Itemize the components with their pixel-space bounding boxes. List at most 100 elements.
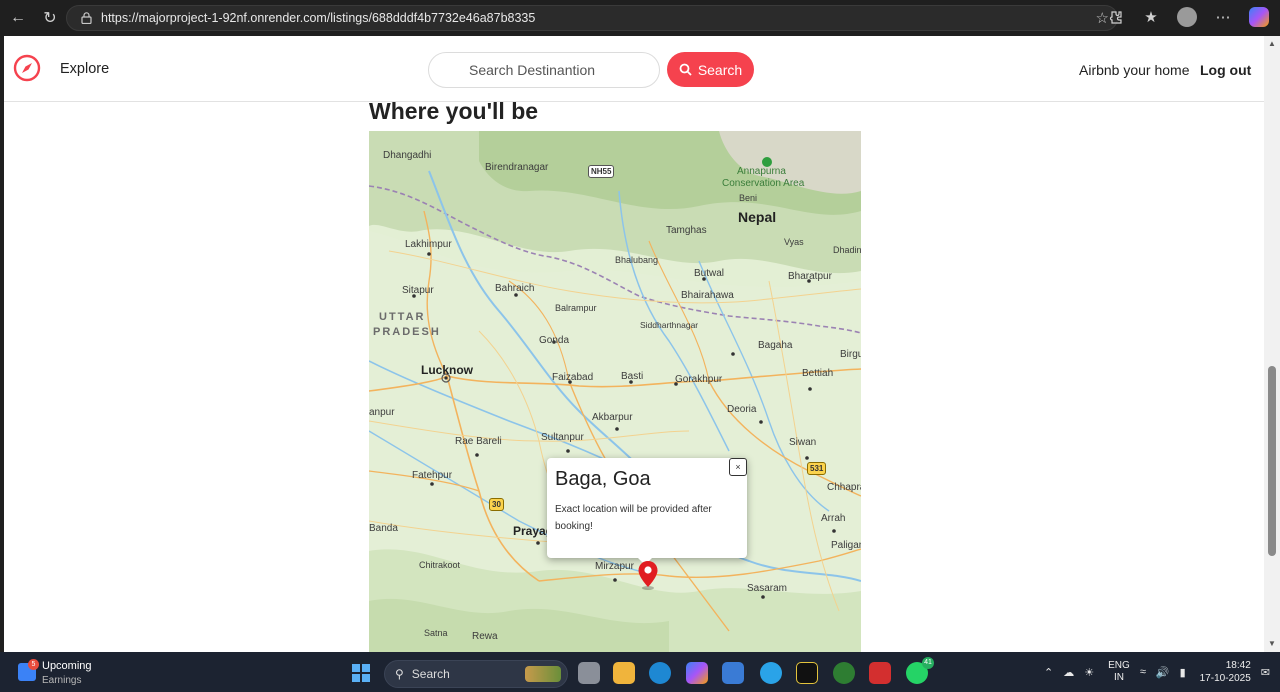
scroll-up-icon[interactable]: ▲ <box>1268 40 1276 48</box>
more-icon[interactable]: ⋯ <box>1212 6 1234 28</box>
map-label-lucknow: Lucknow <box>421 363 474 377</box>
map-label-gorakhpur: Gorakhpur <box>675 374 723 385</box>
map-label-rae-bareli: Rae Bareli <box>455 436 502 447</box>
map-label-tamghas: Tamghas <box>666 225 707 236</box>
clock-date: 17-10-2025 <box>1199 673 1251 684</box>
search-input[interactable] <box>428 52 660 88</box>
address-bar[interactable]: https://majorproject-1-92nf.onrender.com… <box>66 5 1118 31</box>
map-label-bharatpur: Bharatpur <box>788 271 832 282</box>
tray-overflow-icon[interactable]: ⌃ <box>1044 666 1053 679</box>
map-label-conservation-area: Conservation Area <box>722 178 805 189</box>
map-label-bhalubang: Bhalubang <box>615 255 659 265</box>
map-label-annapurna: Annapurna <box>737 166 786 177</box>
avatar[interactable] <box>1177 7 1197 27</box>
map-label-siddharthnagar: Siddharthnagar <box>640 320 699 330</box>
map-label-birendranagar: Birendranagar <box>485 162 549 173</box>
scroll-down-icon[interactable]: ▼ <box>1268 640 1276 648</box>
logout-link[interactable]: Log out <box>1200 62 1251 78</box>
map-label-basti: Basti <box>621 371 644 382</box>
map-label-arrah: Arrah <box>821 513 846 524</box>
favorites-icon[interactable]: ★ <box>1140 6 1162 28</box>
map-marker-icon[interactable] <box>636 560 660 590</box>
widget-badge: 5 <box>28 659 39 670</box>
copilot-icon[interactable] <box>1248 6 1270 28</box>
map-label-sasaram: Sasaram <box>747 583 788 594</box>
wifi-icon[interactable]: ≈ <box>1140 666 1146 678</box>
wps-office-icon[interactable] <box>869 662 891 684</box>
vscode-icon[interactable] <box>760 662 782 684</box>
system-tray: ⌃ ☁ ☀ ENG IN ≈ 🔊 ▮ 18:42 17-10-2025 ✉ <box>1034 652 1270 692</box>
weather-tray-icon[interactable]: ☀ <box>1084 666 1094 679</box>
map-label-mirzapur: Mirzapur <box>595 561 634 572</box>
map-label-pradesh: PRADESH <box>373 326 441 338</box>
copilot-app-icon[interactable] <box>686 662 708 684</box>
map-label-nh55: NH55 <box>588 165 615 178</box>
location-map[interactable]: Dhangadhi Birendranagar NH55 Annapurna C… <box>369 131 861 652</box>
lang-line1: ENG <box>1108 660 1130 671</box>
map-label-akbarpur: Akbarpur <box>592 412 633 423</box>
map-label-vyas: Vyas <box>784 237 804 247</box>
widget-subtitle[interactable]: Earnings <box>42 675 81 686</box>
map-label-sultanpur: Sultanpur <box>541 432 584 443</box>
map-label-chitrakoot: Chitrakoot <box>419 560 461 570</box>
map-label-balrampur: Balrampur <box>555 303 597 313</box>
map-label-bhairahawa: Bhairahawa <box>681 290 734 301</box>
page-scrollbar[interactable]: ▲ ▼ <box>1264 36 1280 652</box>
compass-logo-icon[interactable] <box>13 54 41 82</box>
popup-close-button[interactable]: × <box>729 458 747 476</box>
notifications-icon[interactable]: ✉ <box>1261 666 1270 679</box>
map-label-uttar: UTTAR <box>379 311 426 323</box>
profile-icon[interactable] <box>1176 6 1198 28</box>
pycharm-icon[interactable] <box>796 662 818 684</box>
map-label-chhapra: Chhapra <box>827 482 861 493</box>
map-label-siwan: Siwan <box>789 437 817 448</box>
extensions-icon[interactable] <box>1104 6 1126 28</box>
search-highlight-icon <box>525 666 561 682</box>
volume-icon[interactable]: 🔊 <box>1156 666 1170 679</box>
whatsapp-badge: 41 <box>922 657 934 669</box>
map-label-faizabad: Faizabad <box>552 372 594 383</box>
widget-title[interactable]: Upcoming <box>42 660 92 672</box>
onedrive-icon[interactable]: ☁ <box>1063 666 1074 679</box>
taskbar-search-label: Search <box>411 667 450 681</box>
map-label-nh531: 531 <box>807 462 827 475</box>
back-icon[interactable]: ← <box>4 4 32 32</box>
map-base <box>369 131 861 652</box>
map-label-bahraich: Bahraich <box>495 283 535 294</box>
map-label-kanpur: anpur <box>369 407 395 418</box>
lock-icon[interactable] <box>75 12 97 24</box>
map-label-dhadin: Dhadin <box>833 245 861 255</box>
map-label-fatehpur: Fatehpur <box>412 470 453 481</box>
scrollbar-thumb[interactable] <box>1268 366 1276 556</box>
map-popup: × Baga, Goa Exact location will be provi… <box>547 458 747 558</box>
map-label-butwal: Butwal <box>694 268 725 279</box>
file-explorer-icon[interactable] <box>613 662 635 684</box>
section-title: Where you'll be <box>369 98 539 124</box>
edge-browser-icon[interactable] <box>649 662 671 684</box>
search-button[interactable]: Search <box>667 52 754 87</box>
map-label-paliganj: Paligan <box>831 540 861 551</box>
whatsapp-icon[interactable]: 41 <box>906 657 934 684</box>
windows-start-icon[interactable] <box>352 664 370 682</box>
chrome-icon[interactable] <box>833 662 855 684</box>
map-label-nh30: 30 <box>489 498 504 511</box>
map-label-gonda: Gonda <box>539 335 570 346</box>
explore-link[interactable]: Explore <box>60 61 109 77</box>
battery-icon[interactable]: ▮ <box>1180 666 1186 679</box>
task-view-icon[interactable] <box>578 662 600 684</box>
taskbar-search-icon: ⚲ <box>395 667 404 681</box>
url-text[interactable]: https://majorproject-1-92nf.onrender.com… <box>101 11 535 25</box>
map-label-lakhimpur: Lakhimpur <box>405 239 452 250</box>
clock[interactable]: 18:42 17-10-2025 <box>1200 659 1251 685</box>
clock-time: 18:42 <box>1225 660 1251 671</box>
popup-description: Exact location will be provided after bo… <box>555 504 712 532</box>
map-label-nepal: Nepal <box>738 209 777 225</box>
taskbar-search[interactable]: ⚲ Search <box>384 660 568 688</box>
language-indicator[interactable]: ENG IN <box>1108 660 1130 684</box>
browser-toolbar: ← ↻ https://majorproject-1-92nf.onrender… <box>0 0 1280 36</box>
microsoft-store-icon[interactable] <box>722 662 744 684</box>
airbnb-your-home-link[interactable]: Airbnb your home <box>1079 62 1190 78</box>
site-navbar: Explore Search Airbnb your home Log out <box>4 36 1264 102</box>
map-label-birgunj: Birgu <box>840 349 861 360</box>
reload-icon[interactable]: ↻ <box>36 4 64 32</box>
